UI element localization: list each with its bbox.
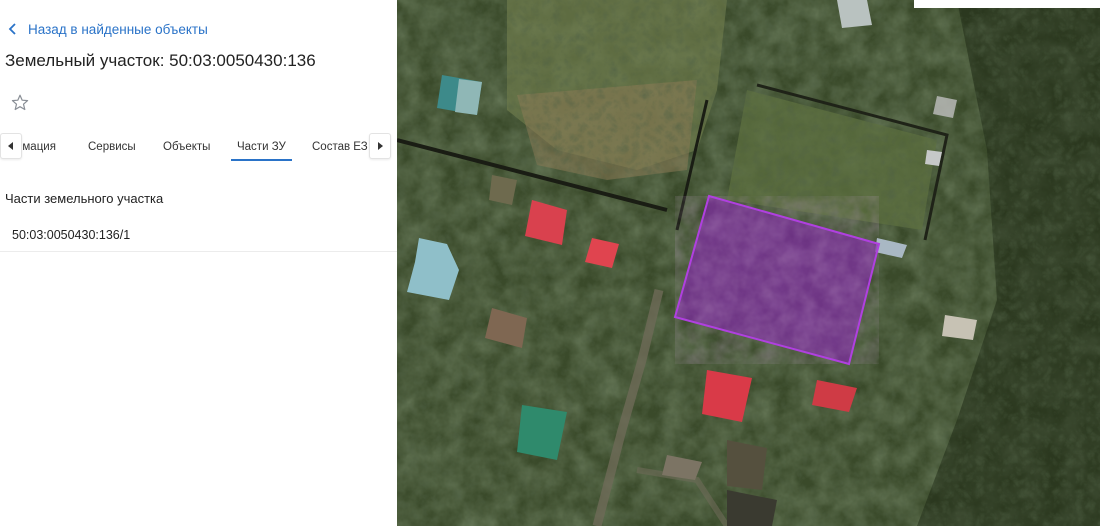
back-link-label: Назад в найденные объекты [28, 21, 208, 37]
caret-right-icon [378, 142, 383, 150]
satellite-imagery [397, 0, 1100, 526]
app-window: Назад в найденные объекты Земельный учас… [0, 0, 1100, 526]
tab-services[interactable]: Сервисы [88, 133, 136, 161]
favorite-button[interactable] [10, 93, 30, 113]
tabs-scroll-right-button[interactable] [369, 133, 391, 159]
tab-bar: рмация Сервисы Объекты Части ЗУ Состав Е… [0, 133, 397, 163]
tab-parcel-parts[interactable]: Части ЗУ [231, 133, 292, 161]
caret-left-icon [8, 142, 13, 150]
info-panel: Назад в найденные объекты Земельный учас… [0, 0, 397, 526]
tab-objects[interactable]: Объекты [163, 133, 210, 161]
satellite-map[interactable] [397, 0, 1100, 526]
section-title: Части земельного участка [5, 191, 164, 206]
map-toolbar-strip [914, 0, 1100, 8]
page-title: Земельный участок: 50:03:0050430:136 [5, 51, 316, 70]
chevron-left-icon [8, 23, 16, 35]
tabs-scroll-left-button[interactable] [0, 133, 22, 159]
tab-composition[interactable]: Состав ЕЗ [312, 133, 368, 161]
list-item[interactable]: 50:03:0050430:136/1 [0, 222, 397, 252]
back-to-results-link[interactable]: Назад в найденные объекты [8, 19, 208, 39]
parcel-part-id: 50:03:0050430:136/1 [12, 228, 131, 242]
star-outline-icon [11, 94, 29, 111]
